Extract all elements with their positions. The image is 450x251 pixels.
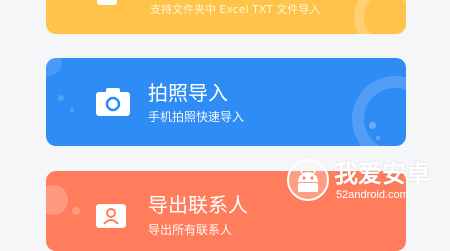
decor-dot — [72, 207, 80, 215]
import-file-icon — [97, 0, 117, 5]
decor-dot — [58, 95, 64, 101]
watermark-url: 52android.com — [336, 189, 409, 201]
card-subtitle: 手机拍照快速导入 — [148, 110, 245, 124]
decor-dot — [369, 122, 376, 129]
import-file-card[interactable]: 支持文件夹中 Excel TXT 文件导入 — [46, 0, 406, 34]
android-logo-icon — [287, 159, 329, 201]
card-subtitle: 支持文件夹中 Excel TXT 文件导入 — [150, 3, 321, 16]
decor-circle — [354, 0, 406, 34]
photo-import-card[interactable]: 拍照导入 手机拍照快速导入 — [46, 58, 406, 146]
watermark: 我爱安卓 52android.com — [286, 158, 436, 204]
decor-dot — [376, 136, 380, 140]
decor-circle — [46, 185, 68, 215]
contact-export-icon — [96, 204, 126, 228]
camera-icon — [96, 88, 130, 116]
card-title: 导出联系人 — [148, 193, 248, 217]
card-subtitle: 导出所有联系人 — [148, 223, 233, 237]
watermark-name: 我爱安卓 — [334, 160, 430, 188]
card-title: 拍照导入 — [148, 81, 228, 105]
decor-circle — [46, 58, 62, 76]
decor-dot — [70, 108, 74, 112]
